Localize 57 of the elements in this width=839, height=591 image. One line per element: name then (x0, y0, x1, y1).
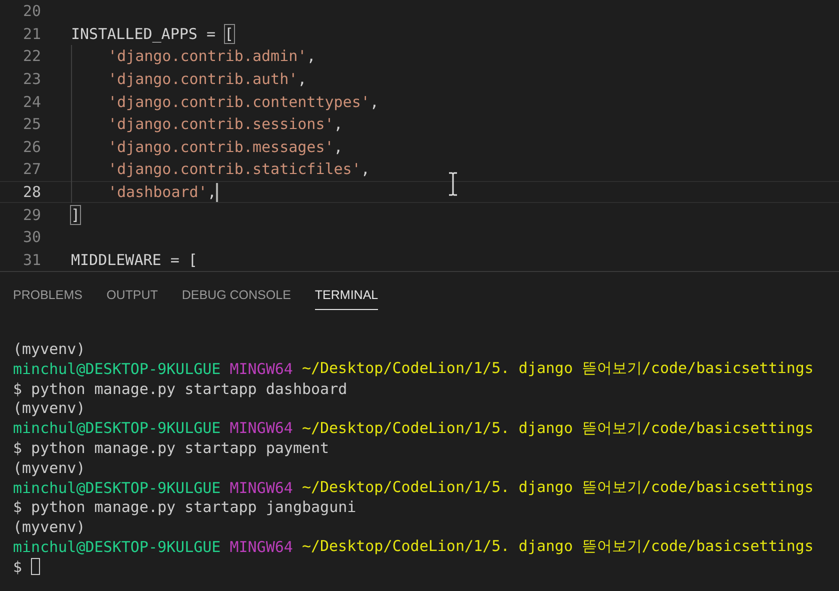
terminal-output: (myvenv) (13, 518, 86, 536)
panel-tab[interactable]: DEBUG CONSOLE (170, 285, 303, 310)
prompt-shell: MINGW64 (230, 538, 293, 556)
terminal-output: (myvenv) (13, 458, 86, 477)
code-text: , (370, 92, 379, 111)
prompt-path: ~/Desktop/CodeLion/1/5. django 뜯어보기/code/basicsettings (302, 537, 814, 556)
text-cursor (216, 182, 218, 202)
line-number: 27 (22, 160, 41, 178)
code-text: , (298, 70, 307, 88)
prompt-path: ~/Desktop/CodeLion/1/5. django 뜯어보기/code/basicsettings (302, 478, 814, 498)
terminal-command: $ python manage.py startapp jangbaguni (13, 498, 356, 516)
line-number: 28 (22, 183, 41, 202)
prompt-user: minchul@DESKTOP-9KULGUE (13, 419, 221, 438)
prompt-symbol: $ (13, 558, 22, 576)
code-string: 'django.contrib.admin' (108, 47, 307, 66)
prompt-path: ~/Desktop/CodeLion/1/5. django 뜯어보기/code/basicsettings (302, 359, 814, 378)
line-number: 26 (22, 138, 41, 156)
text-cursor-icon (447, 172, 459, 196)
code-text: , (360, 160, 370, 178)
code-text: , (306, 47, 316, 66)
line-number: 25 (22, 115, 41, 134)
prompt-path: ~/Desktop/CodeLion/1/5. django 뜯어보기/code/basicsettings (302, 418, 814, 438)
code-string: 'django.contrib.messages' (108, 138, 334, 156)
terminal-command: $ python manage.py startapp payment (13, 439, 330, 457)
line-number: 24 (22, 92, 41, 111)
terminal-command: $ python manage.py startapp dashboard (13, 380, 348, 398)
code-text: MIDDLEWARE = [ (71, 250, 198, 269)
code-text: , (207, 183, 216, 202)
line-number: 22 (22, 47, 41, 66)
code-text: , (334, 138, 343, 156)
panel-tab[interactable]: PROBLEMS (1, 285, 94, 310)
code-bracket: [ (224, 24, 234, 43)
line-number: 30 (22, 228, 41, 246)
terminal-output: (myvenv) (13, 340, 86, 358)
panel-tab[interactable]: TERMINAL (314, 285, 378, 310)
line-number: 20 (22, 2, 41, 20)
prompt-shell: MINGW64 (230, 419, 293, 438)
code-string: 'dashboard' (108, 183, 208, 202)
panel-tab[interactable]: OUTPUT (94, 285, 170, 310)
terminal-output: (myvenv) (13, 399, 86, 418)
line-number: 21 (22, 24, 41, 43)
code-text: INSTALLED_APPS = (71, 24, 216, 43)
code-string: 'django.contrib.auth' (108, 70, 298, 88)
code-bracket: ] (71, 206, 80, 224)
prompt-shell: MINGW64 (230, 478, 293, 497)
prompt-shell: MINGW64 (230, 360, 293, 378)
code-string: 'django.contrib.staticfiles' (108, 160, 361, 178)
line-number: 29 (22, 206, 41, 224)
line-number: 23 (22, 70, 41, 88)
code-text: , (334, 115, 343, 134)
prompt-user: minchul@DESKTOP-9KULGUE (13, 478, 221, 497)
prompt-user: minchul@DESKTOP-9KULGUE (13, 360, 221, 378)
line-number: 31 (22, 250, 41, 269)
terminal-cursor (31, 558, 40, 576)
prompt-user: minchul@DESKTOP-9KULGUE (13, 538, 221, 556)
code-string: 'django.contrib.sessions' (108, 115, 334, 134)
code-string: 'django.contrib.contenttypes' (108, 92, 370, 111)
